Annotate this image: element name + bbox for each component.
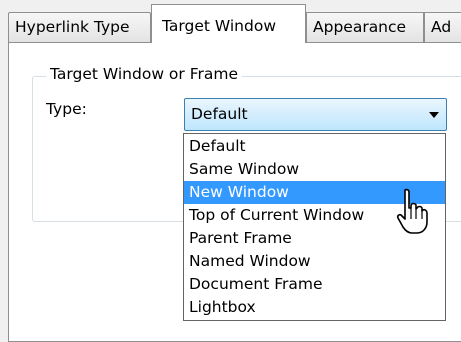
tab-target-window[interactable]: Target Window — [151, 4, 306, 43]
option-default[interactable]: Default — [184, 135, 445, 158]
option-same-window[interactable]: Same Window — [184, 158, 445, 181]
option-named-window[interactable]: Named Window — [184, 250, 445, 273]
type-select[interactable]: Default — [184, 98, 447, 131]
tab-label: Appearance — [313, 18, 407, 36]
tab-advanced[interactable]: Ad — [424, 12, 461, 42]
tab-label: Hyperlink Type — [15, 18, 130, 36]
tab-label: Ad — [431, 18, 452, 36]
type-label: Type: — [46, 100, 87, 118]
tab-hyperlink-type[interactable]: Hyperlink Type — [8, 12, 151, 42]
type-select-value: Default — [191, 105, 248, 123]
chevron-down-icon[interactable] — [429, 112, 439, 118]
tab-appearance[interactable]: Appearance — [306, 12, 424, 42]
option-lightbox[interactable]: Lightbox — [184, 296, 445, 319]
hand-pointer-icon — [396, 188, 428, 234]
groupbox-legend: Target Window or Frame — [46, 65, 242, 83]
tab-label: Target Window — [162, 17, 276, 35]
option-document-frame[interactable]: Document Frame — [184, 273, 445, 296]
